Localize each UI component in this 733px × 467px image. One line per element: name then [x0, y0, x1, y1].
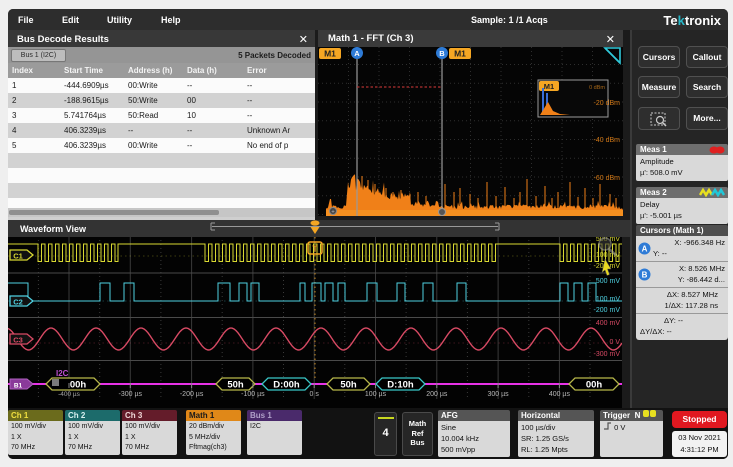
svg-text:-200 mV: -200 mV — [594, 307, 621, 314]
svg-text:B: B — [642, 271, 648, 280]
svg-text:-200 µs: -200 µs — [180, 391, 204, 398]
svg-text:D:00h: D:00h — [273, 380, 300, 391]
svg-text:00h: 00h — [586, 380, 603, 391]
svg-text:C1: C1 — [13, 252, 23, 261]
svg-text:100 µs: 100 µs — [365, 391, 387, 398]
svg-text:500 mV: 500 mV — [596, 278, 620, 285]
svg-text:400 mV: 400 mV — [596, 320, 620, 327]
svg-text:50h: 50h — [227, 380, 244, 391]
svg-text:C3: C3 — [13, 336, 23, 345]
svg-text:I2C: I2C — [56, 369, 69, 378]
svg-text:C2: C2 — [13, 298, 23, 307]
svg-text:200 µs: 200 µs — [426, 391, 448, 398]
svg-text:M1: M1 — [544, 82, 554, 91]
svg-text:0 s: 0 s — [310, 391, 320, 398]
svg-text:-400 µs: -400 µs — [58, 391, 81, 398]
svg-text:-300 µs: -300 µs — [119, 391, 143, 398]
svg-text:T: T — [312, 244, 318, 254]
svg-text:-40 dBm: -40 dBm — [594, 137, 621, 144]
svg-text:B: B — [439, 49, 445, 58]
svg-text:-300 mV: -300 mV — [594, 351, 621, 358]
svg-text:M1: M1 — [454, 49, 466, 59]
svg-text:300 µs: 300 µs — [488, 391, 510, 398]
svg-text:A: A — [354, 49, 360, 58]
svg-text:100 mV: 100 mV — [596, 252, 620, 259]
svg-text:D:10h: D:10h — [387, 380, 414, 391]
svg-text:0 V: 0 V — [609, 339, 620, 346]
svg-text:-60 dBm: -60 dBm — [594, 175, 621, 182]
svg-text:0 dBm: 0 dBm — [589, 85, 605, 91]
svg-text:A: A — [642, 245, 648, 254]
svg-text:100 mV: 100 mV — [596, 296, 620, 303]
svg-text:B1: B1 — [14, 383, 23, 390]
svg-text:-20 dBm: -20 dBm — [594, 100, 621, 107]
svg-text:00h: 00h — [70, 380, 87, 391]
svg-text:M1: M1 — [324, 49, 336, 59]
svg-text:+: + — [331, 210, 335, 216]
svg-text:50h: 50h — [340, 380, 357, 391]
svg-text:-100 µs: -100 µs — [241, 391, 265, 398]
svg-text:400 µs: 400 µs — [549, 391, 571, 398]
